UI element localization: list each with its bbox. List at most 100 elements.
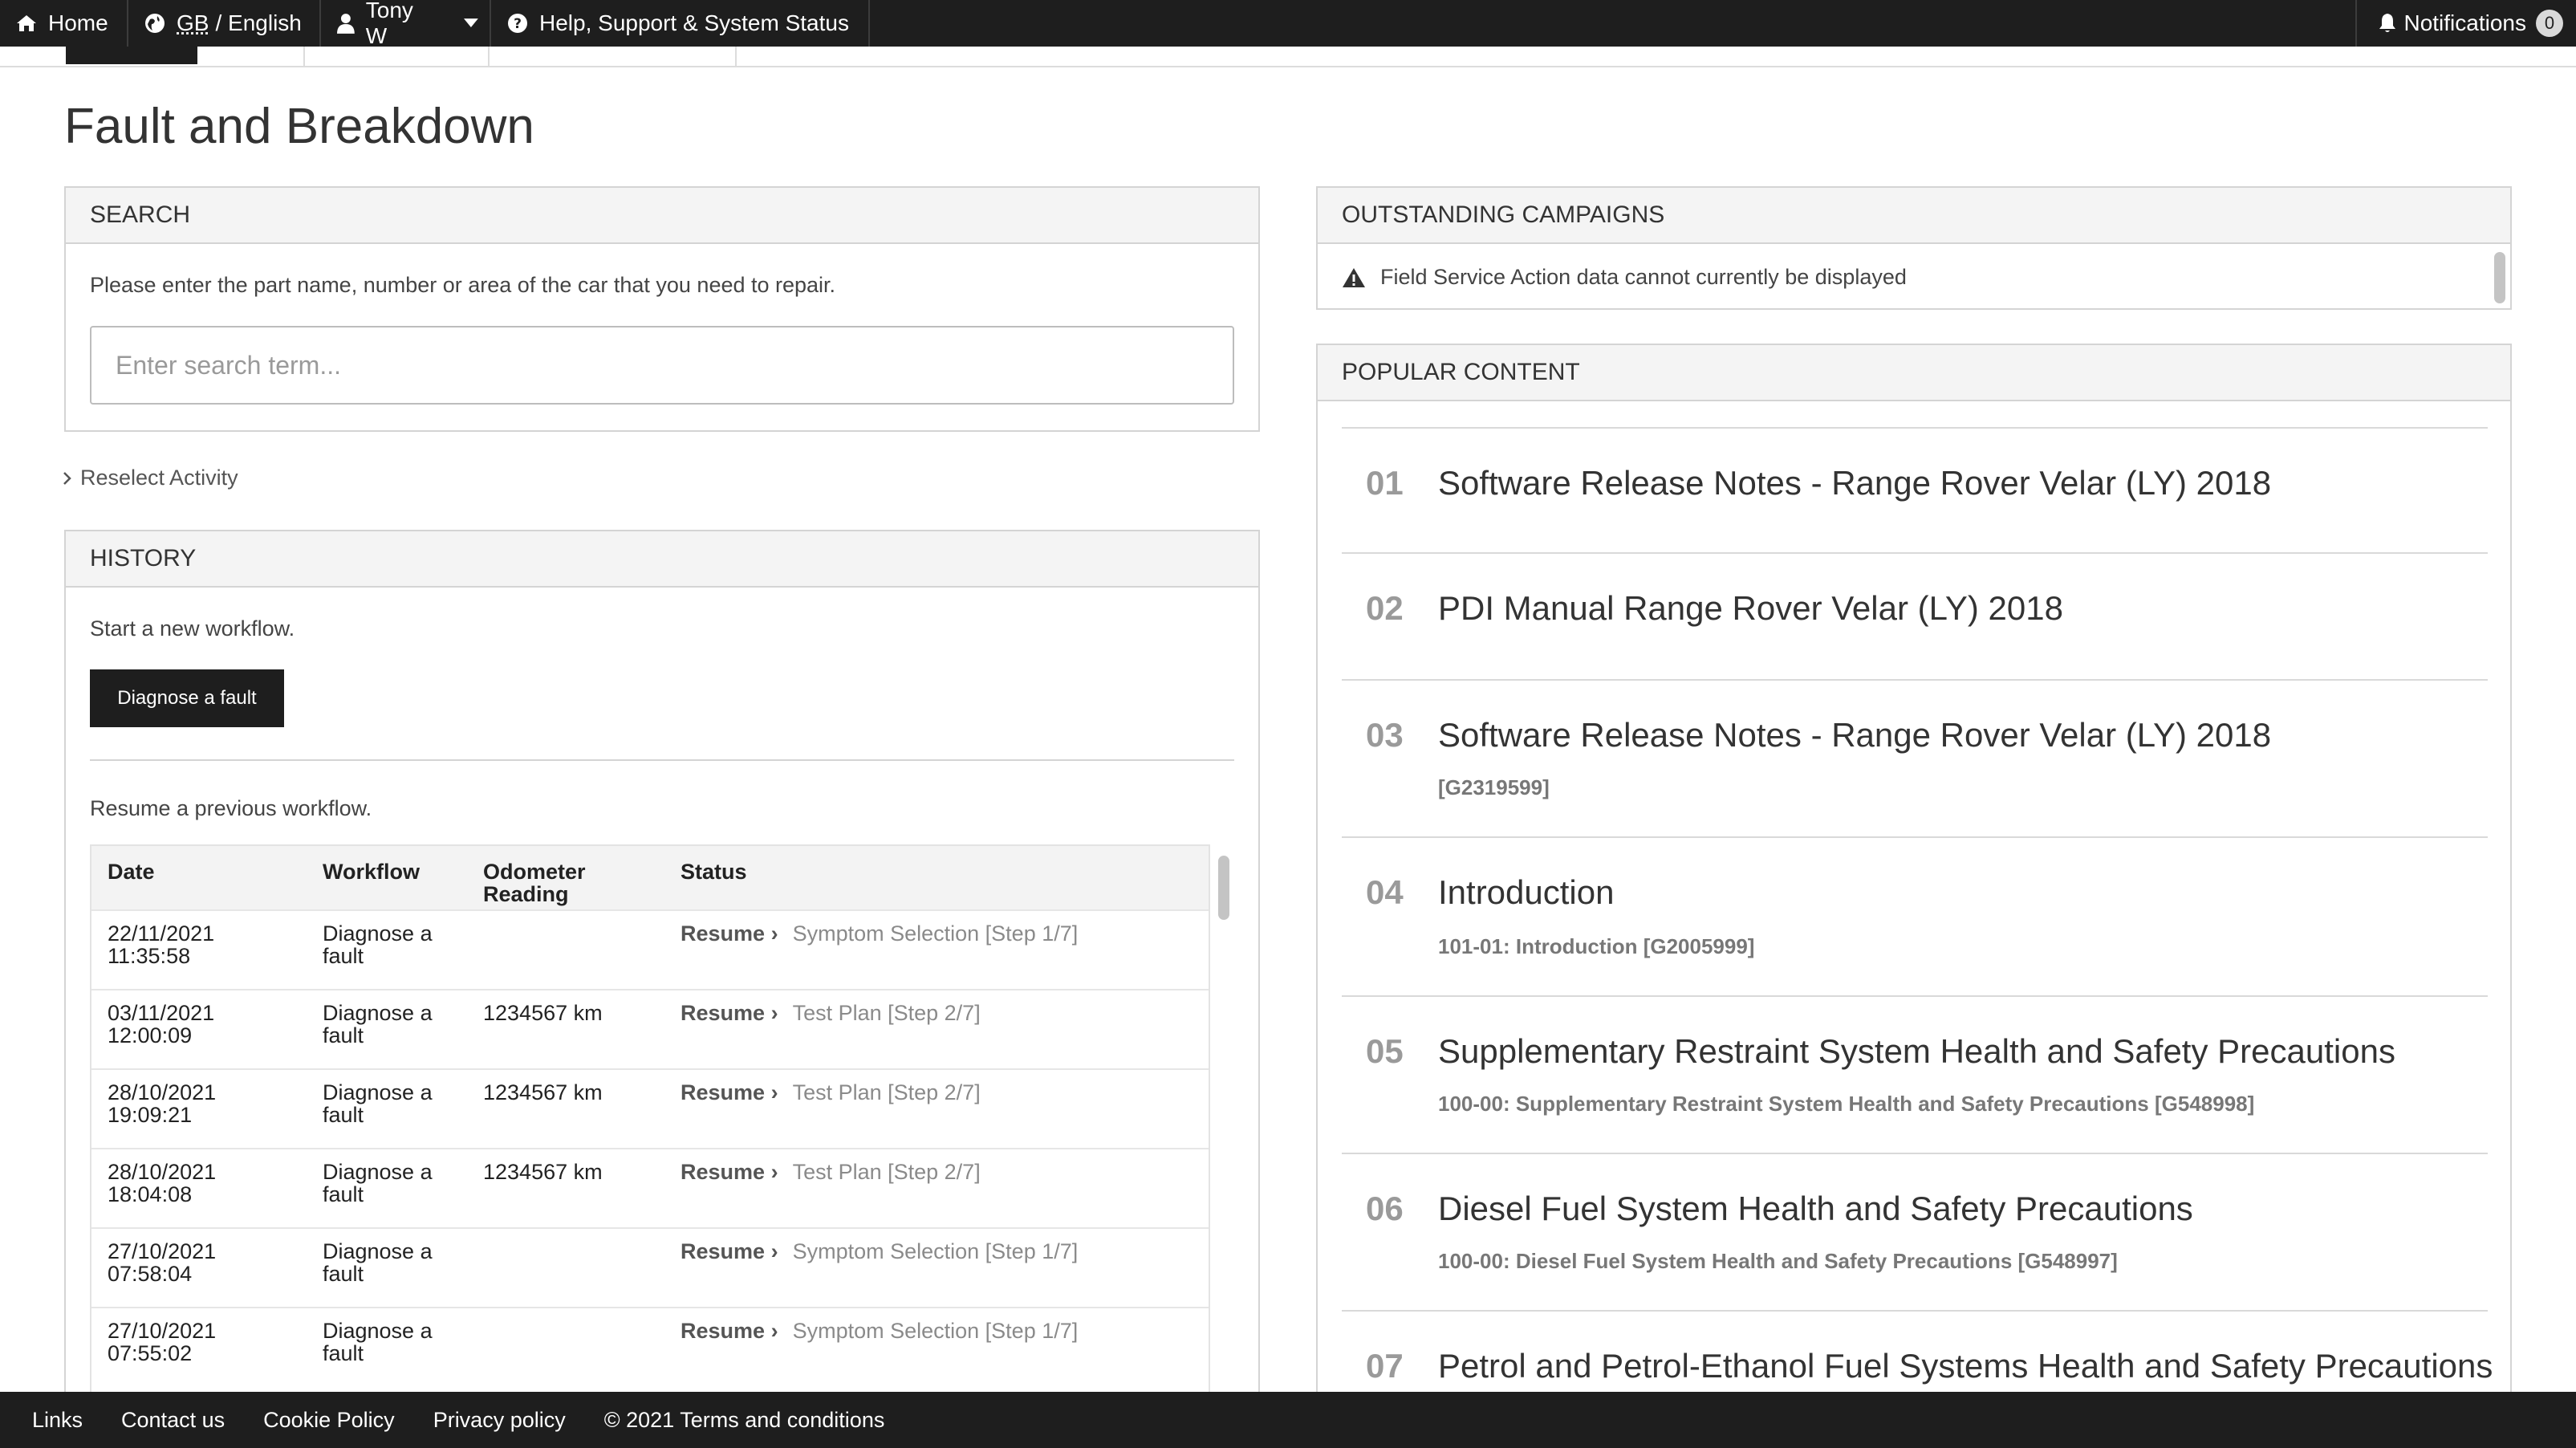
popular-item-number: 04 — [1366, 873, 1404, 911]
reselect-activity-link[interactable]: Reselect Activity — [63, 466, 238, 490]
row-odometer — [467, 1227, 664, 1308]
row-status: Resume › Symptom Selection [Step 1/7] — [664, 1227, 1209, 1308]
caret-down-icon — [464, 18, 478, 27]
table-row: 28/10/2021 18:04:08 Diagnose a fault 123… — [91, 1148, 1209, 1228]
popular-item-number: 05 — [1366, 1032, 1404, 1070]
status-text: Symptom Selection [Step 1/7] — [792, 921, 1079, 946]
region-language-selector[interactable]: GB / English — [128, 0, 321, 47]
search-input[interactable] — [90, 326, 1234, 405]
popular-item[interactable]: 02 PDI Manual Range Rover Velar (LY) 201… — [1342, 552, 2488, 679]
campaigns-scrollbar[interactable] — [2494, 252, 2505, 303]
popular-item[interactable]: 07 Petrol and Petrol-Ethanol Fuel System… — [1342, 1310, 2493, 1403]
table-row: 22/11/2021 11:35:58 Diagnose a fault Res… — [91, 909, 1209, 990]
diagnose-fault-button[interactable]: Diagnose a fault — [90, 669, 284, 727]
search-panel-heading: SEARCH — [66, 188, 1258, 244]
chevron-right-icon — [63, 471, 71, 485]
footer-privacy-policy-link[interactable]: Privacy policy — [433, 1408, 566, 1433]
status-text: Test Plan [Step 2/7] — [792, 1080, 981, 1104]
top-navigation-bar: Home GB / English Tony W ? Help, Support… — [0, 0, 2576, 48]
resume-label: Resume — [681, 1080, 766, 1104]
status-text: Symptom Selection [Step 1/7] — [792, 1319, 1079, 1343]
campaigns-panel-heading: OUTSTANDING CAMPAIGNS — [1318, 188, 2510, 244]
row-date: 28/10/2021 18:04:08 — [91, 1148, 307, 1228]
popular-item-number: 06 — [1366, 1190, 1404, 1227]
popular-item-subtitle: 100-00: Supplementary Restraint System H… — [1438, 1092, 2255, 1116]
resume-link[interactable]: Resume › — [681, 1160, 778, 1184]
popular-content-panel: POPULAR CONTENT 01 Software Release Note… — [1316, 344, 2512, 1405]
home-link[interactable]: Home — [0, 0, 128, 47]
tab-divider — [488, 47, 490, 66]
table-row: 03/11/2021 12:00:09 Diagnose a fault 123… — [91, 989, 1209, 1069]
row-workflow: Diagnose a fault — [307, 1227, 467, 1308]
popular-item-title: Diesel Fuel System Health and Safety Pre… — [1438, 1190, 2193, 1227]
question-circle-icon: ? — [508, 14, 527, 33]
region-label: GB — [177, 10, 209, 35]
footer-cookie-policy-link[interactable]: Cookie Policy — [263, 1408, 395, 1433]
notifications-button[interactable]: Notifications 0 — [2355, 0, 2576, 47]
resume-link[interactable]: Resume › — [681, 1319, 778, 1343]
warning-icon — [1343, 267, 1365, 287]
sub-navigation-strip — [0, 47, 2576, 67]
row-workflow: Diagnose a fault — [307, 989, 467, 1069]
bell-icon — [2379, 14, 2396, 32]
history-panel: HISTORY Start a new workflow. Diagnose a… — [64, 530, 1260, 1405]
chevron-right-icon: › — [770, 1239, 778, 1263]
status-text: Test Plan [Step 2/7] — [792, 1001, 981, 1025]
table-row: 27/10/2021 07:58:04 Diagnose a fault Res… — [91, 1227, 1209, 1308]
column-header-odometer: Odometer Reading — [467, 846, 664, 910]
popular-item[interactable]: 06 Diesel Fuel System Health and Safety … — [1342, 1153, 2488, 1310]
resume-link[interactable]: Resume › — [681, 921, 778, 946]
row-date: 03/11/2021 12:00:09 — [91, 989, 307, 1069]
popular-item-subtitle: 100-00: Diesel Fuel System Health and Sa… — [1438, 1249, 2118, 1273]
footer-links[interactable]: Links — [32, 1408, 83, 1433]
chevron-right-icon: › — [770, 1001, 778, 1025]
notifications-label: Notifications — [2403, 10, 2526, 35]
table-row: 28/10/2021 19:09:21 Diagnose a fault 123… — [91, 1068, 1209, 1149]
footer-terms-link[interactable]: © 2021 Terms and conditions — [604, 1408, 885, 1433]
row-odometer — [467, 909, 664, 990]
popular-item[interactable]: 01 Software Release Notes - Range Rover … — [1342, 427, 2488, 552]
chevron-right-icon: › — [770, 1319, 778, 1343]
row-status: Resume › Symptom Selection [Step 1/7] — [664, 909, 1209, 990]
outstanding-campaigns-panel: OUTSTANDING CAMPAIGNS Field Service Acti… — [1316, 186, 2512, 310]
tab-divider — [735, 47, 737, 66]
history-table-scrollbar[interactable] — [1218, 856, 1229, 920]
popular-item-number: 03 — [1366, 716, 1404, 754]
popular-item[interactable]: 04 Introduction 101-01: Introduction [G2… — [1342, 836, 2488, 995]
row-date: 27/10/2021 07:55:02 — [91, 1307, 307, 1387]
popular-item-subtitle: [G2319599] — [1438, 775, 1550, 799]
popular-item-title: Software Release Notes - Range Rover Vel… — [1438, 464, 2272, 502]
status-text: Test Plan [Step 2/7] — [792, 1160, 981, 1184]
resume-label: Resume — [681, 1319, 766, 1343]
resume-link[interactable]: Resume › — [681, 1080, 778, 1104]
campaigns-message: Field Service Action data cannot current… — [1380, 265, 1907, 289]
chevron-right-icon: › — [770, 1160, 778, 1184]
notification-count-badge: 0 — [2536, 10, 2563, 37]
row-workflow: Diagnose a fault — [307, 909, 467, 990]
globe-icon — [145, 14, 165, 33]
footer: Links Contact us Cookie Policy Privacy p… — [0, 1392, 2576, 1448]
search-instruction: Please enter the part name, number or ar… — [90, 273, 836, 297]
help-support-link[interactable]: ? Help, Support & System Status — [491, 0, 870, 47]
popular-item-subtitle: 101-01: Introduction [G2005999] — [1438, 934, 1755, 958]
user-menu[interactable]: Tony W — [321, 0, 491, 48]
table-header-row: Date Workflow Odometer Reading Status — [91, 846, 1209, 910]
popular-item-title: Petrol and Petrol-Ethanol Fuel Systems H… — [1438, 1347, 2493, 1385]
resume-link[interactable]: Resume › — [681, 1239, 778, 1263]
popular-item-title: PDI Manual Range Rover Velar (LY) 2018 — [1438, 589, 2063, 627]
history-table: Date Workflow Odometer Reading Status 22… — [90, 844, 1210, 1403]
row-odometer: 1234567 km — [467, 1068, 664, 1149]
resume-label: Resume — [681, 1001, 766, 1025]
chevron-right-icon: › — [770, 1080, 778, 1104]
column-header-date: Date — [91, 846, 307, 910]
popular-item[interactable]: 03 Software Release Notes - Range Rover … — [1342, 679, 2488, 836]
row-odometer: 1234567 km — [467, 989, 664, 1069]
page-title: Fault and Breakdown — [64, 99, 534, 154]
popular-item[interactable]: 05 Supplementary Restraint System Health… — [1342, 995, 2488, 1153]
resume-link[interactable]: Resume › — [681, 1001, 778, 1025]
history-panel-heading: HISTORY — [66, 531, 1258, 588]
row-status: Resume › Test Plan [Step 2/7] — [664, 989, 1209, 1069]
row-date: 27/10/2021 07:58:04 — [91, 1227, 307, 1308]
footer-contact-link[interactable]: Contact us — [121, 1408, 225, 1433]
tab-divider — [303, 47, 305, 66]
